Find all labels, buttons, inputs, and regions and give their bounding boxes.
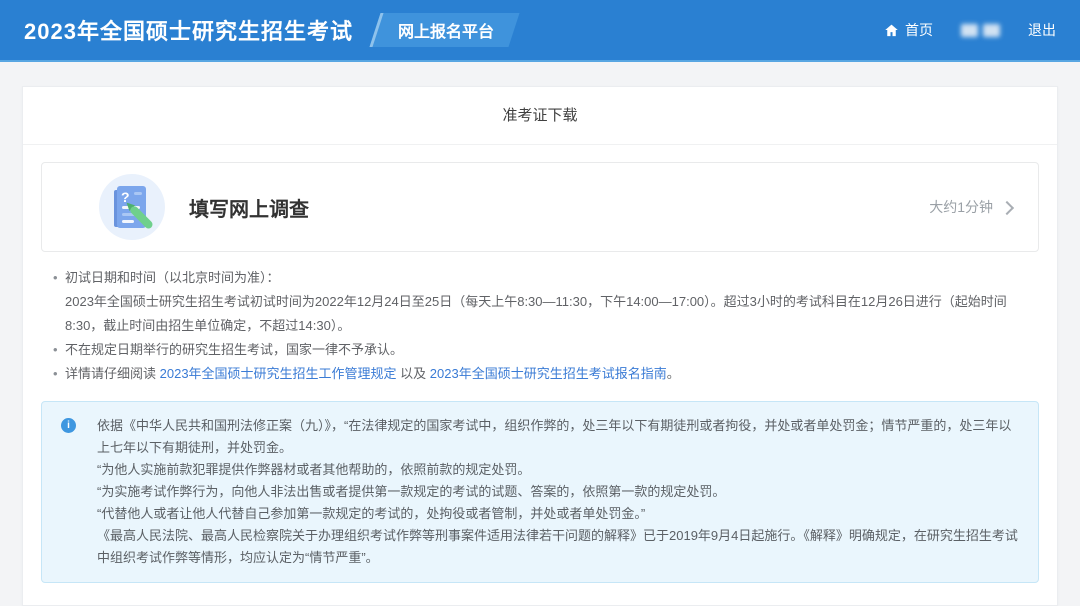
note-exam-time-head: 初试日期和时间（以北京时间为准）： (65, 266, 1039, 290)
note-exam-time: 初试日期和时间（以北京时间为准）： 2023年全国硕士研究生招生考试初试时间为2… (53, 266, 1039, 338)
svg-text:?: ? (121, 189, 130, 205)
survey-duration: 大约1分钟 (929, 197, 1012, 217)
note-unrecognized-exam: 不在规定日期举行的研究生招生考试，国家一律不予承认。 (53, 338, 1039, 362)
survey-task-card[interactable]: ? 填写网上调查 大约1分钟 (41, 162, 1039, 252)
notice-paragraph-3: “为实施考试作弊行为，向他人非法出售或者提供第一款规定的考试的试题、答案的，依照… (97, 481, 1018, 503)
survey-questionnaire-icon: ? (99, 174, 165, 240)
platform-badge: 网上报名平台 (369, 13, 519, 47)
legal-notice-box: i 依据《中华人民共和国刑法修正案（九）》，“在法律规定的国家考试中，组织作弊的… (41, 401, 1039, 583)
note-read-more-prefix: 详情请仔细阅读 (65, 366, 160, 381)
notice-paragraph-1: 依据《中华人民共和国刑法修正案（九）》，“在法律规定的国家考试中，组织作弊的，处… (97, 415, 1018, 459)
survey-task-title: 填写网上调查 (189, 193, 309, 222)
nav-home-label: 首页 (905, 20, 933, 40)
nav-logout-link[interactable]: 退出 (1028, 20, 1056, 40)
app-title: 2023年全国硕士研究生招生考试 (24, 14, 353, 46)
note-read-more-suffix: 。 (667, 366, 680, 381)
home-icon (884, 23, 899, 38)
note-exam-time-detail: 2023年全国硕士研究生招生考试初试时间为2022年12月24日至25日（每天上… (65, 290, 1039, 338)
header-nav: 首页 退出 (884, 20, 1056, 40)
nav-home-link[interactable]: 首页 (884, 20, 933, 40)
regulations-link[interactable]: 2023年全国硕士研究生招生工作管理规定 (160, 366, 397, 381)
notice-paragraph-2: “为他人实施前款犯罪提供作弊器材或者其他帮助的，依照前款的规定处罚。 (97, 459, 1018, 481)
redacted-username (961, 24, 1000, 37)
main-content-card: 准考证下载 ? 填写网上调查 大约1分钟 (22, 86, 1058, 606)
note-read-more-mid: 以及 (397, 366, 430, 381)
note-read-more: 详情请仔细阅读 2023年全国硕士研究生招生工作管理规定 以及 2023年全国硕… (53, 362, 1039, 386)
top-header-bar: 2023年全国硕士研究生招生考试 网上报名平台 首页 退出 (0, 0, 1080, 62)
info-icon: i (61, 418, 76, 433)
chevron-right-icon (1000, 200, 1014, 214)
guide-link[interactable]: 2023年全国硕士研究生招生考试报名指南 (430, 366, 667, 381)
survey-duration-label: 大约1分钟 (929, 197, 993, 217)
platform-badge-label: 网上报名平台 (398, 18, 494, 42)
notice-paragraph-5: 《最高人民法院、最高人民检察院关于办理组织考试作弊等刑事案件适用法律若干问题的解… (97, 525, 1018, 569)
notice-paragraph-4: “代替他人或者让他人代替自己参加第一款规定的考试的，处拘役或者管制，并处或者单处… (97, 503, 1018, 525)
page-title: 准考证下载 (23, 87, 1057, 145)
exam-notes-list: 初试日期和时间（以北京时间为准）： 2023年全国硕士研究生招生考试初试时间为2… (53, 266, 1039, 386)
